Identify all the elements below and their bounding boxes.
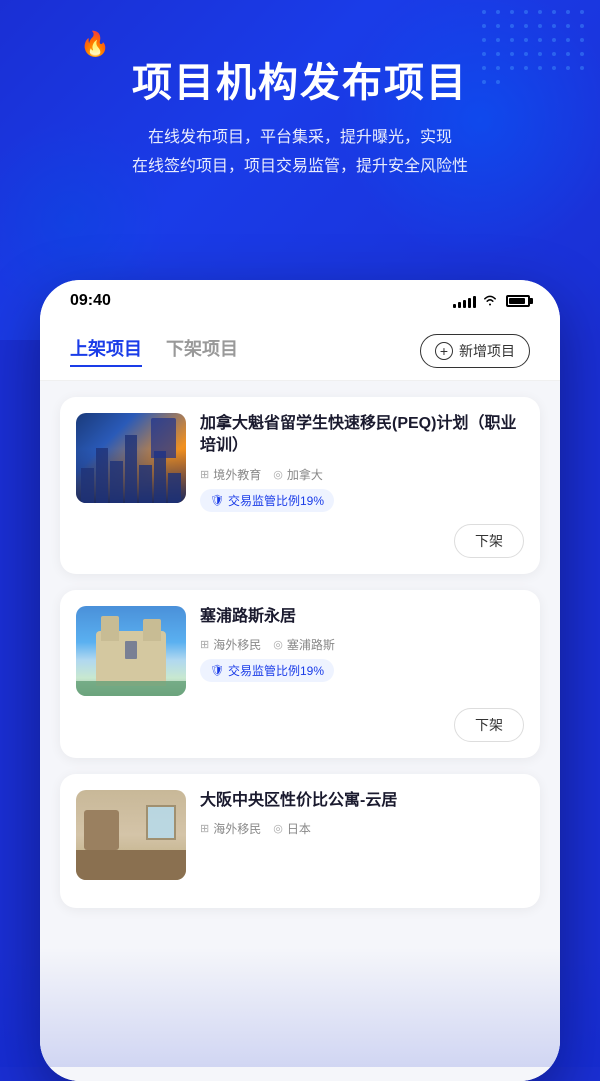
room-image (76, 790, 186, 880)
remove-button[interactable]: 下架 (454, 708, 524, 742)
project-category: ⊞ 海外移民 (200, 820, 261, 837)
battery-icon (506, 295, 530, 307)
tab-active-projects[interactable]: 上架项目 (70, 335, 142, 367)
project-card-inner: 塞浦路斯永居 ⊞ 海外移民 ◎ 塞浦路斯 🛡 (76, 606, 524, 696)
project-card: 塞浦路斯永居 ⊞ 海外移民 ◎ 塞浦路斯 🛡 (60, 590, 540, 758)
castle-image (76, 606, 186, 696)
project-meta: ⊞ 海外移民 ◎ 日本 (200, 820, 524, 837)
project-info: 大阪中央区性价比公寓-云居 ⊞ 海外移民 ◎ 日本 (200, 790, 524, 880)
project-title: 加拿大魁省留学生快速移民(PEQ)计划（职业培训） (200, 413, 524, 458)
trade-badge: 🛡 交易监管比例19% (200, 489, 334, 512)
shield-icon: 🛡 (210, 494, 224, 507)
project-info: 加拿大魁省留学生快速移民(PEQ)计划（职业培训） ⊞ 境外教育 ◎ 加拿大 (200, 413, 524, 512)
tab-inactive-projects[interactable]: 下架项目 (166, 335, 238, 367)
add-project-button[interactable]: + 新增项目 (420, 334, 530, 368)
card-footer: 下架 (76, 708, 524, 742)
project-location: ◎ 日本 (273, 820, 311, 837)
circuit-decoration (482, 10, 590, 84)
signal-icon (453, 294, 476, 308)
project-image (76, 413, 186, 503)
tab-group: 上架项目 下架项目 (70, 335, 238, 367)
project-location: ◎ 加拿大 (273, 466, 323, 483)
grid-icon: ⊞ (200, 468, 209, 481)
location-icon: ◎ (273, 638, 283, 651)
status-bar: 09:40 (40, 280, 560, 318)
add-project-label: 新增项目 (459, 341, 515, 361)
grid-icon: ⊞ (200, 822, 209, 835)
project-card-inner: 大阪中央区性价比公寓-云居 ⊞ 海外移民 ◎ 日本 (76, 790, 524, 880)
project-card: 大阪中央区性价比公寓-云居 ⊞ 海外移民 ◎ 日本 (60, 774, 540, 908)
project-image (76, 606, 186, 696)
project-card-inner: 加拿大魁省留学生快速移民(PEQ)计划（职业培训） ⊞ 境外教育 ◎ 加拿大 (76, 413, 524, 512)
project-title: 大阪中央区性价比公寓-云居 (200, 790, 524, 812)
flame-icon: 🔥 (80, 30, 110, 59)
project-info: 塞浦路斯永居 ⊞ 海外移民 ◎ 塞浦路斯 🛡 (200, 606, 524, 696)
grid-icon: ⊞ (200, 638, 209, 651)
project-image (76, 790, 186, 880)
remove-button[interactable]: 下架 (454, 524, 524, 558)
hero-title: 项目机构发布项目 (132, 50, 468, 108)
project-location: ◎ 塞浦路斯 (273, 636, 335, 653)
location-icon: ◎ (273, 468, 283, 481)
project-category: ⊞ 海外移民 (200, 636, 261, 653)
bottom-decoration (0, 947, 600, 1067)
card-footer: 下架 (76, 524, 524, 558)
project-meta: ⊞ 境外教育 ◎ 加拿大 (200, 466, 524, 483)
city-image (76, 413, 186, 503)
tab-bar: 上架项目 下架项目 + 新增项目 (40, 318, 560, 381)
project-title: 塞浦路斯永居 (200, 606, 524, 628)
project-card: 加拿大魁省留学生快速移民(PEQ)计划（职业培训） ⊞ 境外教育 ◎ 加拿大 (60, 397, 540, 574)
location-icon: ◎ (273, 822, 283, 835)
plus-circle-icon: + (435, 342, 453, 360)
project-category: ⊞ 境外教育 (200, 466, 261, 483)
wifi-icon (482, 293, 498, 309)
status-time: 09:40 (70, 292, 111, 310)
hero-subtitle: 在线发布项目，平台集采，提升曝光，实现 在线签约项目，项目交易监管，提升安全风险… (102, 124, 498, 182)
shield-icon: 🛡 (210, 664, 224, 677)
trade-badge: 🛡 交易监管比例19% (200, 659, 334, 682)
project-meta: ⊞ 海外移民 ◎ 塞浦路斯 (200, 636, 524, 653)
status-icons (453, 293, 530, 309)
